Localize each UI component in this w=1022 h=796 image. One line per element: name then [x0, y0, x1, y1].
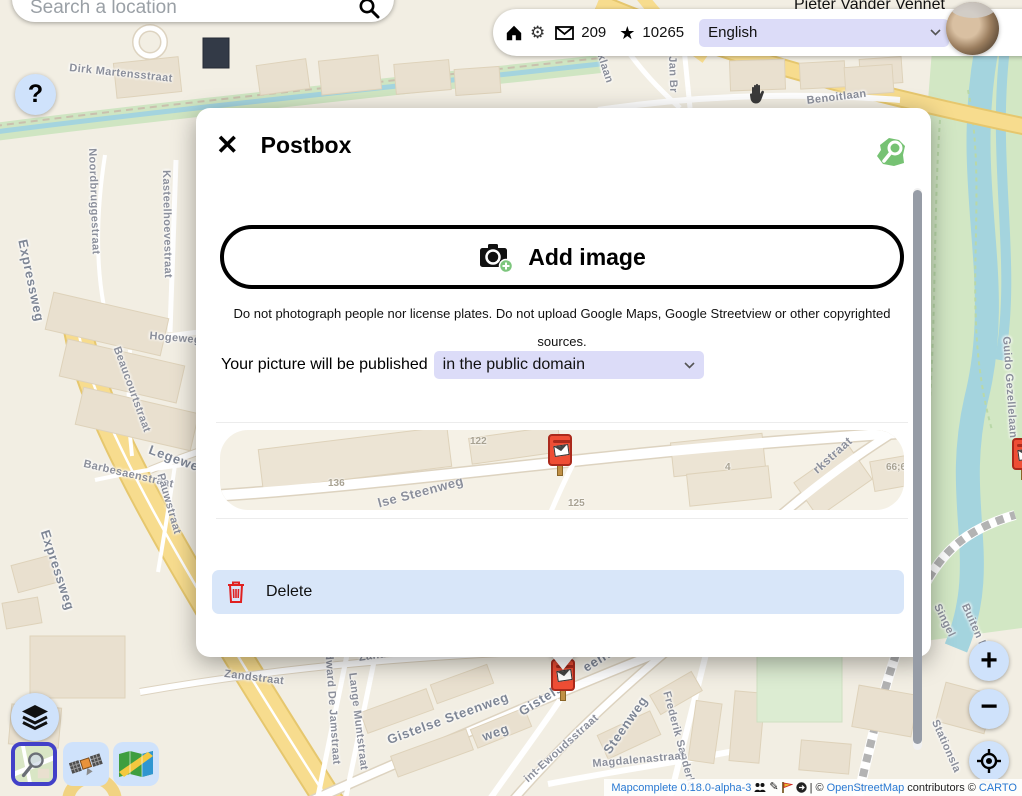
license-prefix: Your picture will be published: [221, 356, 428, 374]
help-button[interactable]: ?: [15, 74, 56, 115]
add-image-label: Add image: [528, 244, 646, 271]
street-label: Jan Br: [666, 56, 679, 93]
osm-link[interactable]: OpenStreetMap: [827, 782, 905, 794]
pencil-icon[interactable]: ✎: [769, 782, 778, 793]
image-disclaimer: Do not photograph people nor license pla…: [226, 300, 898, 356]
user-toolbar: ⚙ 209 ★ 10265 English: [493, 9, 1022, 56]
close-icon[interactable]: ✕: [216, 132, 239, 159]
chevron-down-icon: [684, 362, 695, 369]
stars-count: 10265: [642, 24, 684, 41]
layers-icon: [20, 702, 50, 732]
attribution-bar: Mapcomplete 0.18.0-alpha-3 ✎ | © OpenStr…: [604, 779, 1022, 796]
username-label[interactable]: Pieter Vander Vennet: [794, 0, 945, 14]
copyright-sign: ©: [815, 782, 823, 794]
minimap-number: 122: [470, 436, 487, 447]
contributors-text: contributors ©: [907, 782, 976, 794]
minimap-number: 66;6: [886, 462, 904, 473]
mail-icon[interactable]: [555, 26, 574, 40]
map-style-osm-button[interactable]: [11, 742, 57, 786]
gear-icon[interactable]: ⚙: [530, 24, 545, 41]
zoom-out-button[interactable]: −: [969, 689, 1009, 729]
satellite-icon: [69, 748, 103, 780]
delete-button[interactable]: Delete: [212, 570, 904, 614]
mapcomplete-logo-icon: [875, 136, 907, 168]
divider: [216, 518, 908, 519]
map-style-satellite-button[interactable]: [63, 742, 109, 786]
search-input[interactable]: [30, 0, 358, 20]
minimap-number: 125: [568, 498, 585, 509]
osm-carto-icon: [15, 745, 53, 783]
dialog-scrollbar-track[interactable]: [913, 188, 922, 750]
messages-count: 209: [581, 24, 606, 41]
postbox-marker-edge[interactable]: [1012, 438, 1022, 482]
dialog-scrollbar-thumb[interactable]: [913, 190, 922, 744]
trash-icon: [226, 580, 246, 604]
folded-map-icon: [118, 750, 154, 778]
carto-link[interactable]: CARTO: [979, 782, 1017, 794]
language-select[interactable]: English: [699, 19, 949, 47]
star-icon[interactable]: ★: [619, 24, 635, 42]
map-canvas[interactable]: Dirk Martensstraat Noordbruggestraat Kas…: [0, 0, 1022, 796]
home-icon[interactable]: [505, 24, 523, 42]
contributors-icon[interactable]: [754, 782, 766, 793]
minimap-number: 136: [328, 478, 345, 489]
map-style-map-button[interactable]: [113, 742, 159, 786]
delete-label: Delete: [266, 583, 312, 601]
camera-plus-icon: [478, 241, 514, 273]
hand-cursor-icon: [746, 82, 770, 108]
mapcomplete-version-link[interactable]: Mapcomplete 0.18.0-alpha-3: [611, 782, 751, 794]
location-minimap[interactable]: 122 136 125 4 66;6 lse Steenweg rkstraat: [220, 430, 904, 510]
divider: [216, 422, 908, 423]
add-image-button[interactable]: Add image: [220, 225, 904, 289]
postbox-dialog: ✕ Postbox Add image Do not photograph pe…: [196, 108, 931, 657]
street-label: Kasteelhoevestraat: [160, 170, 174, 278]
flag-icon[interactable]: [782, 782, 793, 793]
layers-button[interactable]: [11, 693, 59, 741]
minimap-number: 4: [725, 462, 731, 473]
license-select[interactable]: in the public domain: [434, 351, 704, 379]
zoom-in-button[interactable]: +: [969, 641, 1009, 681]
info-circle-icon[interactable]: [796, 782, 807, 793]
user-avatar[interactable]: [946, 2, 999, 55]
crosshair-icon: [976, 748, 1002, 774]
locate-button[interactable]: [969, 741, 1009, 781]
attribution-divider: |: [810, 782, 813, 794]
chevron-down-icon: [930, 29, 941, 36]
search-bar[interactable]: [12, 0, 394, 22]
license-row: Your picture will be published in the pu…: [221, 351, 704, 379]
dialog-header: ✕ Postbox: [216, 132, 351, 159]
search-icon[interactable]: [358, 0, 380, 19]
dialog-title: Postbox: [261, 132, 352, 159]
